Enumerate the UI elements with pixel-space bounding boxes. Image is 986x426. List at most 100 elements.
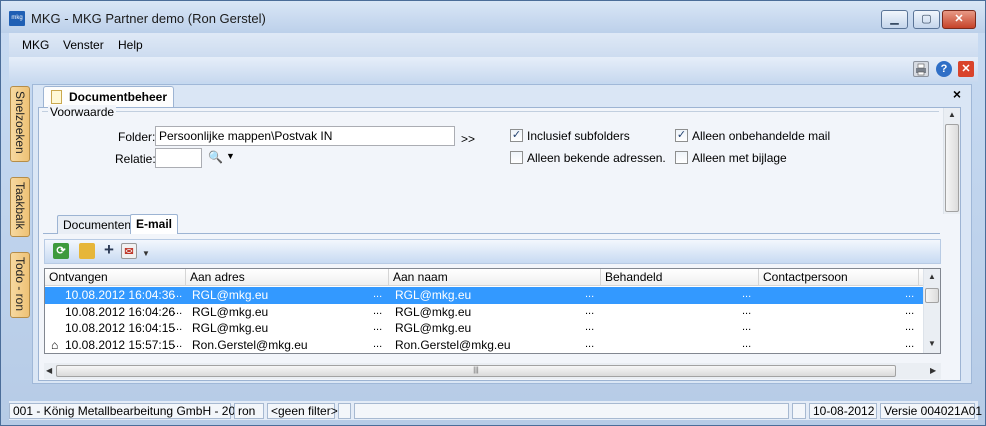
refresh-icon[interactable]: ⟳ [53,243,69,259]
tab-documentbeheer-label: Documentbeheer [69,90,168,104]
checkbox-alleen-bekende-adressen[interactable] [510,151,523,164]
checkbox-inclusief-subfolders[interactable]: ✓ [510,129,523,142]
cell-ellipsis-button[interactable]: ... [905,288,914,300]
folder-browse-button[interactable]: >> [461,132,475,146]
cell-ellipsis-button[interactable]: ... [905,321,914,333]
printer-icon[interactable] [913,61,929,77]
side-tab-snelzoeken[interactable]: Snelzoeken [10,86,30,162]
menu-item-mkg[interactable]: MKG [22,38,49,52]
window-title: MKG - MKG Partner demo (Ron Gerstel) [31,11,266,26]
cell-ellipsis-button[interactable]: ... [742,338,751,350]
cell-ellipsis-button[interactable]: ... [742,321,751,333]
side-tab-todo[interactable]: Todo - ron [10,252,30,318]
cell-ontvangen: 10.08.2012 16:04:15 [65,321,176,335]
cell-ellipsis-button[interactable]: ... [585,288,594,300]
status-bar: 001 - König Metallbearbeitung GmbH - 201… [9,401,982,420]
cell-ellipsis-button[interactable]: ... [373,305,382,317]
panel-scrollbar[interactable]: ▲ [943,108,960,214]
cell-ellipsis-button[interactable]: ... [373,288,382,300]
cell-ellipsis-button[interactable]: ... [742,288,751,300]
column-header-contactpersoon[interactable]: Contactpersoon [759,269,919,286]
checkbox-alleen-onbehandelde-mail[interactable]: ✓ [675,129,688,142]
add-icon[interactable]: + [101,241,117,258]
close-icon: ✕ [954,13,964,25]
status-empty-1 [338,403,351,419]
checkbox-label: Alleen onbehandelde mail [692,129,831,143]
scroll-right-icon[interactable]: ▶ [930,366,936,375]
grid-scrollbar[interactable]: ▲ ▼ [923,269,940,353]
cell-ellipsis-button[interactable]: ... [173,305,182,317]
table-row[interactable]: 10.08.2012 16:04:15... RGL@mkg.eu... RGL@m… [45,320,925,337]
status-empty-2 [354,403,789,419]
column-header-aan-adres[interactable]: Aan adres [186,269,389,286]
application-window: mkg MKG - MKG Partner demo (Ron Gerstel)… [0,0,986,426]
dropdown-arrow-icon[interactable]: ▼ [142,249,150,258]
chevron-down-icon[interactable]: ▼ [226,151,235,161]
cell-ellipsis-button[interactable]: ... [905,305,914,317]
checkbox-label: Alleen met bijlage [692,151,787,165]
column-header-behandeld[interactable]: Behandeld [601,269,759,286]
status-filter: <geen filter> [267,403,338,419]
mkg-logo-icon: mkg [9,11,25,26]
folder-field[interactable]: Persoonlijke mappen\Postvak IN [155,126,455,146]
cell-ellipsis-button[interactable]: ... [173,338,182,350]
tab-email[interactable]: E-mail [130,214,179,234]
cell-ellipsis-button[interactable]: ... [585,338,594,350]
tab-documenten[interactable]: Documenten [57,215,138,234]
cell-ellipsis-button[interactable]: ... [373,338,382,350]
close-panel-icon[interactable]: ✕ [958,61,974,77]
relation-label: Relatie: [115,152,156,166]
condition-legend: Voorwaarde [48,105,117,119]
scroll-left-icon[interactable]: ◀ [46,366,52,375]
grid-horizontal-scrollbar[interactable]: ◀ ||| ▶ [44,363,941,379]
cell-ellipsis-button[interactable]: ... [173,288,182,300]
menu-bar: MKG Venster Help [9,33,978,57]
cell-ellipsis-button[interactable]: ... [173,321,182,333]
top-toolbar: ? ✕ [9,57,978,82]
search-icon[interactable]: 🔍 [208,150,223,164]
checkbox-label: Alleen bekende adressen. [527,151,666,165]
cell-ontvangen: 10.08.2012 16:04:26 [65,304,176,319]
panel-close-icon[interactable]: × [953,86,961,102]
scrollbar-thumb[interactable]: ||| [56,365,896,377]
table-row[interactable]: 10.08.2012 16:04:36... RGL@mkg.eu... RGL@m… [45,287,925,304]
minimize-icon: ▁ [890,13,899,25]
cell-ellipsis-button[interactable]: ... [373,321,382,333]
mail-delete-icon[interactable]: ✉ [121,243,137,259]
cell-aan-naam: RGL@mkg.eu [395,304,472,319]
checkbox-label: Inclusief subfolders [527,129,630,143]
table-row[interactable]: 10.08.2012 16:04:26... RGL@mkg.eu... RGL@m… [45,304,925,321]
relation-field[interactable] [155,148,202,168]
close-button[interactable]: ✕ [942,10,976,29]
side-tab-taakbalk[interactable]: Taakbalk [10,177,30,237]
scroll-up-icon[interactable]: ▲ [928,272,936,281]
help-icon[interactable]: ? [936,61,952,77]
minimize-button[interactable]: ▁ [881,10,908,29]
cell-aan-naam: RGL@mkg.eu [395,321,472,335]
email-grid[interactable]: Ontvangen Aan adres Aan naam Behandeld C… [44,268,941,354]
column-header-ontvangen[interactable]: Ontvangen [45,269,186,286]
menu-item-help[interactable]: Help [118,38,143,52]
grid-header: Ontvangen Aan adres Aan naam Behandeld C… [45,269,925,286]
folder-label: Folder: [118,130,156,144]
menu-item-venster[interactable]: Venster [63,38,104,52]
cell-ellipsis-button[interactable]: ... [585,305,594,317]
scroll-down-icon[interactable]: ▼ [928,339,936,348]
scroll-up-icon[interactable]: ▲ [948,110,956,119]
cell-aan-adres: RGL@mkg.eu [192,288,269,302]
cell-ellipsis-button[interactable]: ... [742,305,751,317]
cell-aan-adres: RGL@mkg.eu [192,304,269,319]
open-folder-icon[interactable] [79,243,95,259]
scrollbar-thumb[interactable] [945,124,959,212]
title-bar[interactable]: mkg MKG - MKG Partner demo (Ron Gerstel)… [1,1,985,33]
scrollbar-thumb[interactable] [925,288,939,303]
maximize-icon: ▢ [921,13,932,25]
maximize-button[interactable]: ▢ [913,10,940,29]
checkbox-alleen-met-bijlage[interactable] [675,151,688,164]
column-header-aan-naam[interactable]: Aan naam [389,269,601,286]
table-row[interactable]: ⌂ 10.08.2012 15:57:15... Ron.Gerstel@mkg.e… [45,337,925,354]
inner-tab-strip: Documenten E-mail [43,212,940,234]
cell-ellipsis-button[interactable]: ... [905,338,914,350]
cell-ellipsis-button[interactable]: ... [585,321,594,333]
main-area: Documentbeheer × Voorwaarde Folder: Pers… [32,84,972,384]
